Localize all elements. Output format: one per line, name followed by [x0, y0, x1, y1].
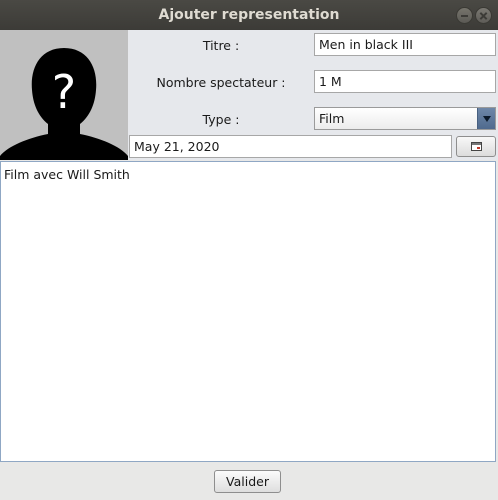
type-select[interactable]: Film [314, 107, 496, 130]
titre-input[interactable]: Men in black III [314, 33, 496, 56]
unknown-person-icon: ? [0, 30, 128, 160]
chevron-down-icon[interactable] [477, 108, 495, 129]
type-label: Type : [202, 112, 240, 127]
titre-label: Titre : [202, 38, 240, 53]
svg-text:?: ? [52, 65, 76, 119]
type-select-value: Film [319, 111, 345, 126]
date-picker-button[interactable] [456, 136, 496, 157]
valider-button[interactable]: Valider [214, 470, 281, 493]
minimize-button[interactable] [456, 7, 473, 24]
calendar-icon [470, 142, 482, 151]
window-titlebar: Ajouter representation [0, 0, 498, 30]
date-input[interactable]: May 21, 2020 [129, 135, 452, 158]
spectateurs-input[interactable]: 1 M [314, 70, 496, 93]
window-title: Ajouter representation [158, 7, 340, 23]
spectateurs-label: Nombre spectateur : [156, 75, 286, 90]
close-button[interactable] [475, 7, 492, 24]
description-textarea[interactable]: Film avec Will Smith [0, 161, 496, 462]
